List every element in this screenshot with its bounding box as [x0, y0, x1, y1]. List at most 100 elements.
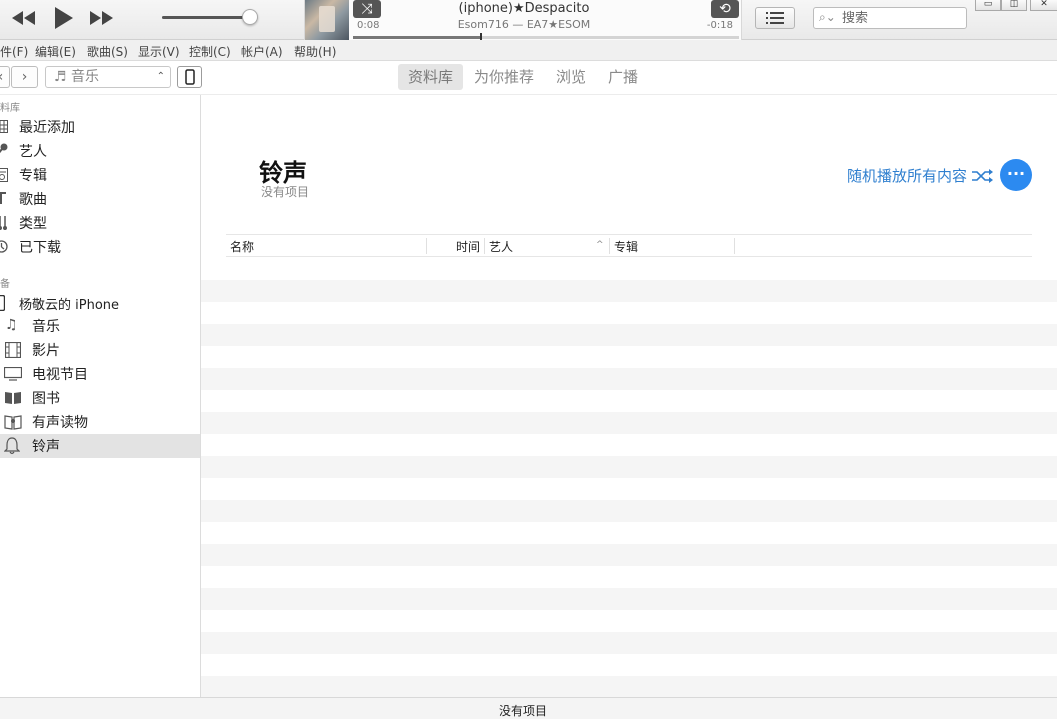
- column-divider[interactable]: [609, 238, 610, 254]
- minimize-icon: ▭: [983, 0, 993, 9]
- tab-for-you[interactable]: 为你推荐: [464, 64, 544, 90]
- page-subtitle: 没有项目: [261, 185, 310, 199]
- media-kind-select[interactable]: ♬ 音乐 ⌃: [45, 66, 171, 88]
- menu-help[interactable]: 帮助(H): [294, 43, 336, 60]
- ellipsis-icon: ···: [1006, 164, 1026, 183]
- genre-icon: [0, 215, 9, 231]
- sidebar-item-device-music[interactable]: ♫ 音乐: [0, 314, 200, 338]
- music-icon: ♫: [5, 317, 18, 333]
- column-header-time[interactable]: 时间: [456, 238, 480, 255]
- column-header-album[interactable]: 专辑: [614, 238, 638, 255]
- audiobook-icon: [4, 414, 22, 430]
- shuffle-all-button[interactable]: 随机播放所有内容: [847, 165, 994, 186]
- menu-view[interactable]: 显示(V): [138, 43, 180, 60]
- status-text: 没有项目: [498, 704, 547, 718]
- sidebar-item-recently-added[interactable]: 最近添加: [0, 115, 200, 139]
- sidebar-item-label: 最近添加: [19, 120, 75, 136]
- back-button[interactable]: ‹: [0, 66, 10, 88]
- player-bar: ⤨ (iphone)★Despacito Esom716 — EA7★ESOM …: [0, 0, 1057, 42]
- table-row: [201, 588, 1057, 610]
- menu-edit[interactable]: 编辑(E): [35, 43, 76, 60]
- minimize-button[interactable]: ▭: [975, 0, 1001, 11]
- table-row: [201, 368, 1057, 390]
- main-content: 铃声 没有项目 随机播放所有内容 ··· 名称 时间 艺人 ^ 专辑: [201, 95, 1057, 697]
- navigation-toolbar: ‹ › ♬ 音乐 ⌃ 资料库 为你推荐 浏览 广播: [0, 61, 1057, 95]
- more-options-button[interactable]: ···: [1000, 159, 1032, 191]
- volume-slider[interactable]: [162, 9, 259, 25]
- sidebar-item-label: 专辑: [19, 168, 47, 184]
- menu-song[interactable]: 歌曲(S): [87, 43, 128, 60]
- table-row: [201, 500, 1057, 522]
- volume-knob[interactable]: [242, 9, 259, 25]
- column-divider[interactable]: [484, 238, 485, 254]
- playback-progress-bar[interactable]: [353, 33, 739, 42]
- sidebar-item-songs[interactable]: 歌曲: [0, 187, 200, 211]
- status-bar: 没有项目: [0, 697, 1057, 719]
- sidebar-item-genres[interactable]: 类型: [0, 211, 200, 235]
- sidebar-item-artists[interactable]: 艺人: [0, 139, 200, 163]
- sidebar-item-label: 音乐: [32, 319, 60, 335]
- sidebar-item-label: 影片: [32, 343, 60, 359]
- maximize-button[interactable]: ◫: [1001, 0, 1027, 11]
- iphone-icon: [0, 295, 5, 311]
- menu-file[interactable]: 件(F): [0, 43, 28, 60]
- forward-button[interactable]: ›: [11, 66, 38, 88]
- sort-ascending-icon: ^: [596, 240, 604, 250]
- device-button[interactable]: [177, 66, 202, 88]
- sidebar-item-label: 歌曲: [19, 192, 47, 208]
- rewind-icon: [12, 11, 35, 25]
- sidebar-item-label: 电视节目: [32, 367, 88, 383]
- book-icon: [4, 391, 22, 405]
- sidebar-item-label: 图书: [32, 391, 60, 407]
- tab-browse[interactable]: 浏览: [546, 64, 596, 90]
- search-field[interactable]: ⌕⌄: [813, 7, 967, 29]
- sidebar-item-device-tv[interactable]: 电视节目: [0, 362, 200, 386]
- table-row: [201, 544, 1057, 566]
- now-playing-title: (iphone)★Despacito: [458, 1, 590, 16]
- table-row: [201, 412, 1057, 434]
- table-header: 名称 时间 艺人 ^ 专辑: [226, 234, 1032, 257]
- column-header-name[interactable]: 名称: [230, 238, 254, 255]
- menu-controls[interactable]: 控制(C): [189, 43, 231, 60]
- play-button[interactable]: [50, 6, 76, 30]
- shuffle-all-label: 随机播放所有内容: [847, 167, 968, 185]
- remaining-time: -0:18: [706, 20, 733, 31]
- previous-button[interactable]: [10, 6, 38, 30]
- now-playing-display: ⤨ (iphone)★Despacito Esom716 — EA7★ESOM …: [304, 0, 742, 42]
- devices-section-heading: 备: [0, 279, 10, 290]
- progress-fill: [353, 36, 481, 39]
- chevron-updown-icon: ⌃: [156, 71, 165, 82]
- repeat-toggle[interactable]: ⟲: [711, 0, 739, 18]
- column-divider[interactable]: [426, 238, 427, 254]
- sidebar-device-iphone[interactable]: 杨敬云的 iPhone: [0, 291, 200, 315]
- library-section-heading: 料库: [0, 103, 20, 114]
- column-header-artist[interactable]: 艺人: [489, 238, 513, 255]
- search-icon: ⌕⌄: [819, 10, 836, 24]
- list-icon: [766, 12, 784, 24]
- sidebar-item-device-audiobooks[interactable]: 有声读物: [0, 410, 200, 434]
- close-button[interactable]: ✕: [1030, 0, 1057, 11]
- sidebar-item-device-ringtones[interactable]: 铃声: [0, 434, 200, 458]
- track-list: [201, 258, 1057, 697]
- tab-library[interactable]: 资料库: [398, 64, 464, 90]
- column-divider[interactable]: [734, 238, 735, 254]
- next-button[interactable]: [87, 6, 115, 30]
- shuffle-icon: [972, 168, 994, 183]
- bell-icon: [4, 437, 20, 455]
- grid-icon: [0, 120, 8, 133]
- tv-icon: [4, 367, 22, 381]
- tab-radio[interactable]: 广播: [598, 64, 648, 90]
- search-input[interactable]: [842, 9, 962, 27]
- table-row: [201, 676, 1057, 697]
- table-row: [201, 456, 1057, 478]
- sidebar-item-downloaded[interactable]: 已下载: [0, 235, 200, 259]
- sidebar-item-device-books[interactable]: 图书: [0, 386, 200, 410]
- menu-account[interactable]: 帐户(A): [241, 43, 283, 60]
- iphone-icon: [184, 69, 195, 85]
- sidebar-item-device-movies[interactable]: 影片: [0, 338, 200, 362]
- up-next-button[interactable]: [755, 7, 795, 29]
- sidebar-item-label: 有声读物: [32, 415, 88, 431]
- sidebar-item-label: 已下载: [19, 240, 61, 256]
- close-icon: ✕: [1040, 0, 1048, 9]
- sidebar-item-albums[interactable]: 专辑: [0, 163, 200, 187]
